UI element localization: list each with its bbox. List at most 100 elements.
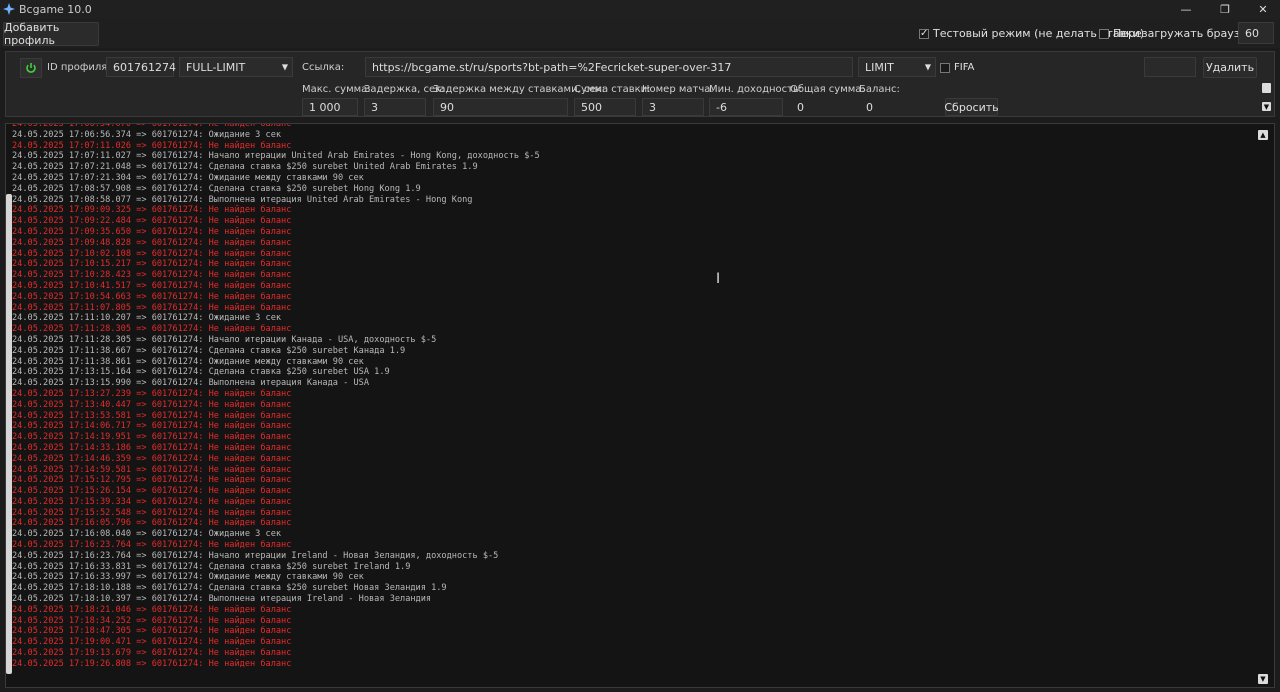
window-title: Bcgame 10.0 <box>19 2 92 16</box>
power-button[interactable] <box>20 58 42 78</box>
bet-sum-input[interactable]: 500 <box>574 98 636 116</box>
log-line: 24.05.2025 17:16:23.764 => 601761274: На… <box>12 550 499 561</box>
minimize-icon[interactable]: — <box>1169 0 1203 18</box>
reload-interval-input[interactable]: 60 <box>1238 22 1274 44</box>
log-line: 24.05.2025 17:18:10.188 => 601761274: Сд… <box>12 583 447 594</box>
fifa-label: FIFA <box>954 62 975 73</box>
log-line: 24.05.2025 17:14:59.581 => 601761274: Не… <box>12 464 292 475</box>
min-yield-label: Мин. доходность: <box>709 84 803 95</box>
log-line: 24.05.2025 17:08:58.077 => 601761274: Вы… <box>12 194 473 205</box>
max-sum-input[interactable]: 1 000 <box>302 98 358 116</box>
delete-field-input[interactable] <box>1144 57 1196 77</box>
log-line: 24.05.2025 17:09:48.828 => 601761274: Не… <box>12 237 292 248</box>
fifa-checkbox[interactable]: FIFA <box>940 62 974 73</box>
chevron-down-icon: ▼ <box>924 62 931 72</box>
log-line: 24.05.2025 17:06:56.374 => 601761274: Ож… <box>12 129 282 140</box>
test-mode-check-icon: ✓ <box>919 27 929 39</box>
mode-select[interactable]: FULL-LIMIT ▼ <box>179 57 293 77</box>
log-line: 24.05.2025 17:10:54.663 => 601761274: Не… <box>12 291 292 302</box>
total-sum-value: 0 <box>790 98 854 116</box>
chevron-down-icon: ▼ <box>281 62 288 72</box>
log-line: 24.05.2025 17:15:39.334 => 601761274: Не… <box>12 496 292 507</box>
log-line: 24.05.2025 17:19:26.808 => 601761274: Не… <box>12 658 292 669</box>
log-line: 24.05.2025 17:13:27.239 => 601761274: Не… <box>12 388 292 399</box>
panel-scroll-down-icon[interactable]: ▼ <box>1262 102 1271 111</box>
log-line: 24.05.2025 17:06:54.070 => 601761274: Не… <box>12 123 292 129</box>
limit-select[interactable]: LIMIT ▼ <box>858 57 936 77</box>
app-logo-icon <box>3 3 15 15</box>
delay-input[interactable]: 3 <box>364 98 426 116</box>
log-line: 24.05.2025 17:07:11.026 => 601761274: Не… <box>12 140 292 151</box>
log-scroll-down-icon[interactable]: ▼ <box>1258 674 1268 684</box>
match-number-label: Номер матча: <box>642 84 714 95</box>
log-line: 24.05.2025 17:18:34.252 => 601761274: Не… <box>12 615 292 626</box>
log-line: 24.05.2025 17:16:33.831 => 601761274: Сд… <box>12 561 411 572</box>
reset-button[interactable]: Сбросить <box>944 98 999 116</box>
min-yield-input[interactable]: -6 <box>709 98 783 116</box>
profile-panel: ID профиля: 601761274 FULL-LIMIT ▼ Ссылк… <box>5 51 1275 117</box>
panel-scroll-thumb[interactable] <box>1262 83 1271 93</box>
reload-browsers-box <box>1099 28 1109 39</box>
top-toolbar: Добавить профиль ✓ Тестовый режим (не де… <box>0 18 1280 48</box>
close-icon[interactable]: ✕ <box>1246 0 1280 18</box>
balance-value: 0 <box>859 98 939 116</box>
log-line: 24.05.2025 17:13:40.447 => 601761274: Не… <box>12 399 292 410</box>
log-line: 24.05.2025 17:16:08.040 => 601761274: Ож… <box>12 529 282 540</box>
title-bar: Bcgame 10.0 — ❐ ✕ <box>0 0 1280 18</box>
link-label: Ссылка: <box>302 62 345 73</box>
profile-id-label: ID профиля: <box>47 62 111 73</box>
log-line: 24.05.2025 17:15:26.154 => 601761274: Не… <box>12 486 292 497</box>
match-number-input[interactable]: 3 <box>642 98 704 116</box>
log-panel: 24.05.2025 17:06:54.070 => 601761274: Не… <box>5 123 1275 688</box>
fifa-box <box>940 62 950 73</box>
log-line: 24.05.2025 17:11:38.667 => 601761274: Сд… <box>12 345 406 356</box>
log-line: 24.05.2025 17:18:47.305 => 601761274: Не… <box>12 626 292 637</box>
log-scroll-thumb[interactable] <box>6 194 12 674</box>
log-line: 24.05.2025 17:07:11.027 => 601761274: На… <box>12 151 540 162</box>
log-line: 24.05.2025 17:07:21.304 => 601761274: Ож… <box>12 172 364 183</box>
bet-sum-label: Сумма ставки: <box>574 84 651 95</box>
log-line: 24.05.2025 17:10:28.423 => 601761274: Не… <box>12 270 292 281</box>
profile-id-input[interactable]: 601761274 <box>106 57 176 77</box>
log-line: 24.05.2025 17:14:06.717 => 601761274: Не… <box>12 421 292 432</box>
limit-select-value: LIMIT <box>865 60 894 74</box>
log-line: 24.05.2025 17:15:12.795 => 601761274: Не… <box>12 475 292 486</box>
log-scroll-up-icon[interactable]: ▲ <box>1258 130 1268 140</box>
log-line: 24.05.2025 17:11:28.305 => 601761274: На… <box>12 334 437 345</box>
log-line: 24.05.2025 17:10:41.517 => 601761274: Не… <box>12 280 292 291</box>
log-line: 24.05.2025 17:14:19.951 => 601761274: Не… <box>12 432 292 443</box>
log-line: 24.05.2025 17:16:05.796 => 601761274: Не… <box>12 518 292 529</box>
log-line: 24.05.2025 17:10:02.108 => 601761274: Не… <box>12 248 292 259</box>
log-line: 24.05.2025 17:11:07.805 => 601761274: Не… <box>12 302 292 313</box>
log-line: 24.05.2025 17:09:35.650 => 601761274: Не… <box>12 226 292 237</box>
log-line: 24.05.2025 17:19:00.471 => 601761274: Не… <box>12 637 292 648</box>
log-line: 24.05.2025 17:13:53.581 => 601761274: Не… <box>12 410 292 421</box>
log-line: 24.05.2025 17:11:28.305 => 601761274: Не… <box>12 324 292 335</box>
restore-icon[interactable]: ❐ <box>1208 0 1242 18</box>
log-line: 24.05.2025 17:13:15.164 => 601761274: Сд… <box>12 367 390 378</box>
balance-label: Баланс: <box>859 84 900 95</box>
link-input[interactable]: https://bcgame.st/ru/sports?bt-path=%2Fe… <box>365 57 853 77</box>
log-line: 24.05.2025 17:09:22.484 => 601761274: Не… <box>12 216 292 227</box>
log-line: 24.05.2025 17:14:46.359 => 601761274: Не… <box>12 453 292 464</box>
log-line: 24.05.2025 17:16:33.997 => 601761274: Ож… <box>12 572 364 583</box>
log-line: 24.05.2025 17:19:13.679 => 601761274: Не… <box>12 648 292 659</box>
text-cursor-icon: I <box>716 271 721 287</box>
log-line: 24.05.2025 17:14:33.186 => 601761274: Не… <box>12 442 292 453</box>
log-line: 24.05.2025 17:10:15.217 => 601761274: Не… <box>12 259 292 270</box>
log-line: 24.05.2025 17:15:52.548 => 601761274: Не… <box>12 507 292 518</box>
delete-button[interactable]: Удалить <box>1203 57 1257 78</box>
total-sum-label: Общая сумма: <box>790 84 865 95</box>
log-line: 24.05.2025 17:11:38.861 => 601761274: Ож… <box>12 356 364 367</box>
max-sum-label: Макс. сумма: <box>302 84 371 95</box>
log-line: 24.05.2025 17:07:21.048 => 601761274: Сд… <box>12 162 478 173</box>
log-line: 24.05.2025 17:18:21.046 => 601761274: Не… <box>12 604 292 615</box>
log-line: 24.05.2025 17:09:09.325 => 601761274: Не… <box>12 205 292 216</box>
add-profile-button[interactable]: Добавить профиль <box>3 21 99 47</box>
log-list: 24.05.2025 17:06:54.070 => 601761274: Не… <box>12 123 1252 670</box>
log-line: 24.05.2025 17:18:10.397 => 601761274: Вы… <box>12 594 432 605</box>
log-line: 24.05.2025 17:08:57.908 => 601761274: Сд… <box>12 183 421 194</box>
power-icon <box>26 63 36 73</box>
bet-delay-input[interactable]: 90 <box>433 98 568 116</box>
log-line: 24.05.2025 17:13:15.990 => 601761274: Вы… <box>12 378 369 389</box>
